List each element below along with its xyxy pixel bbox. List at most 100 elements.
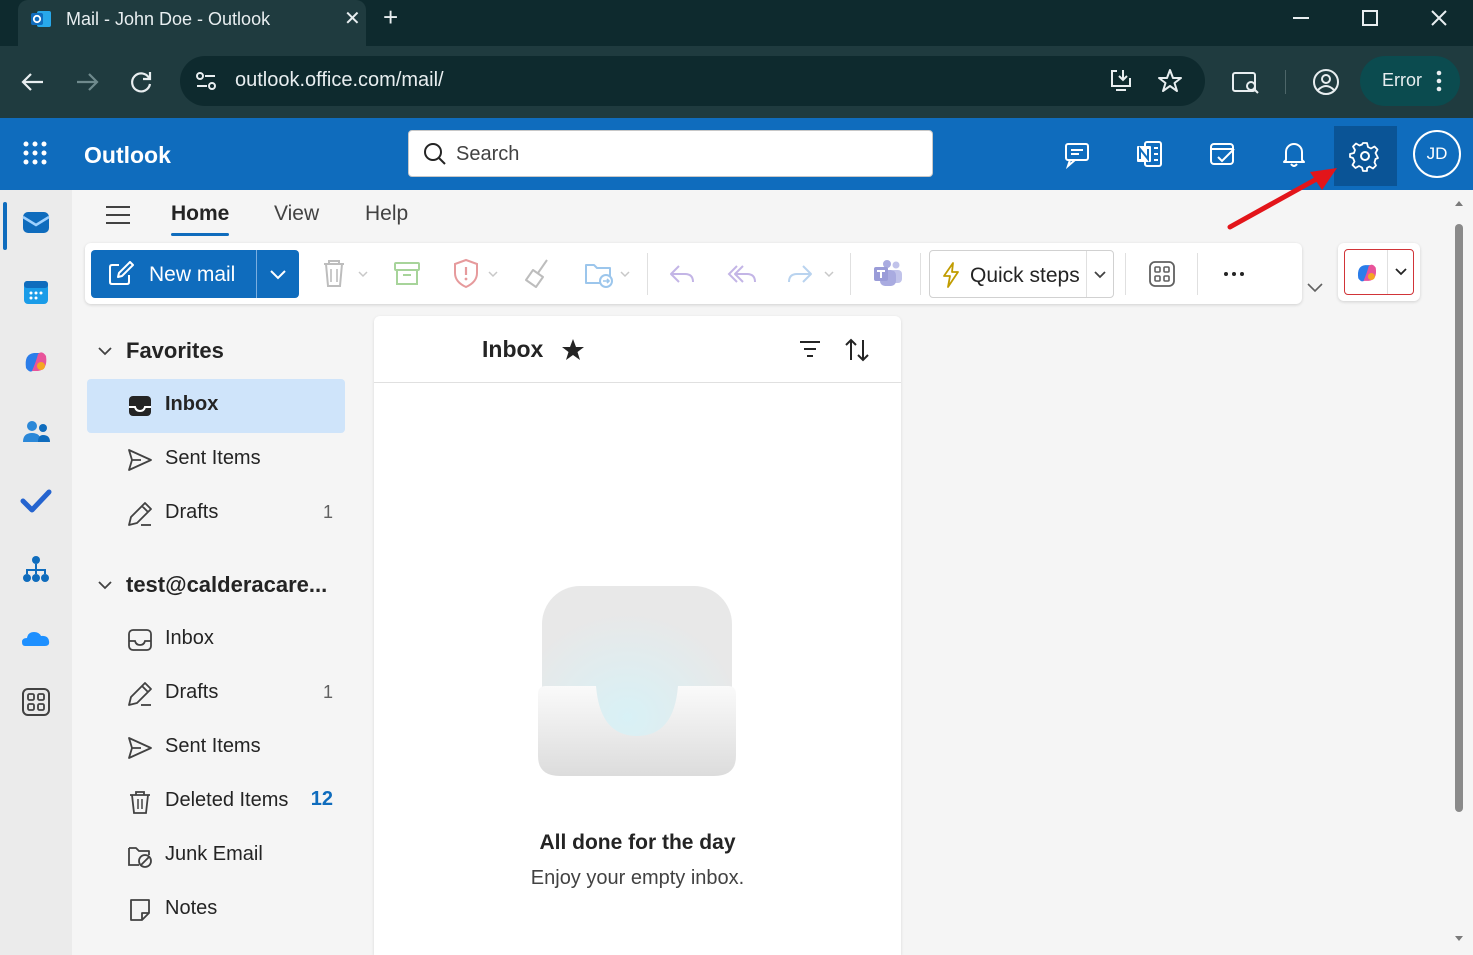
address-bar[interactable]: outlook.office.com/mail/: [180, 56, 1205, 106]
filter-icon[interactable]: [798, 339, 822, 359]
tab-home[interactable]: Home: [171, 202, 229, 226]
people-icon[interactable]: [20, 416, 52, 448]
scroll-up-arrow-icon[interactable]: [1453, 198, 1465, 208]
site-settings-icon[interactable]: [194, 69, 218, 93]
report-shield-icon[interactable]: [451, 257, 503, 291]
send-icon: [128, 449, 152, 471]
todo-icon[interactable]: [20, 484, 52, 516]
maximize-window-icon[interactable]: [1350, 4, 1390, 34]
new-mail-label: New mail: [149, 263, 236, 286]
folder-label: Junk Email: [165, 843, 263, 865]
bookmark-star-icon[interactable]: [1157, 68, 1183, 94]
sort-icon[interactable]: [843, 336, 871, 364]
profile-error-button[interactable]: Error: [1360, 56, 1460, 106]
new-mail-button[interactable]: New mail: [91, 250, 256, 298]
folder-item-drafts[interactable]: Drafts 1: [87, 667, 345, 721]
delete-trash-icon[interactable]: [317, 257, 369, 291]
empty-state-subtitle: Enjoy your empty inbox.: [530, 867, 745, 889]
quick-steps-divider: [1086, 251, 1087, 297]
avatar[interactable]: JD: [1413, 130, 1461, 178]
unread-count: 12: [310, 788, 333, 810]
move-to-folder-icon[interactable]: [583, 257, 635, 291]
back-arrow-icon[interactable]: [17, 66, 49, 98]
chevron-down-icon[interactable]: [1092, 268, 1108, 282]
new-tab-button[interactable]: +: [383, 4, 398, 30]
tab-help[interactable]: Help: [365, 202, 408, 226]
more-vertical-icon: [1436, 70, 1442, 92]
teams-share-icon[interactable]: [872, 257, 904, 291]
app-rail: [0, 190, 72, 955]
folder-item-inbox[interactable]: Inbox: [87, 379, 345, 433]
folder-item-notes[interactable]: Notes: [87, 883, 345, 937]
reload-icon[interactable]: [125, 66, 157, 98]
account-header[interactable]: test@calderacare...: [96, 572, 327, 598]
close-tab-icon[interactable]: ✕: [344, 6, 361, 31]
folder-item-sent-items[interactable]: Sent Items: [87, 721, 345, 775]
drafts-icon: [128, 682, 152, 706]
archive-icon[interactable]: [392, 257, 422, 291]
message-list-title: Inbox: [482, 336, 544, 362]
more-options-icon[interactable]: [1221, 257, 1247, 291]
folder-label: Inbox: [165, 627, 214, 649]
forward-icon[interactable]: [785, 257, 841, 291]
onedrive-icon[interactable]: [20, 622, 52, 654]
ribbon-separator: [1197, 253, 1198, 295]
quick-steps-label: Quick steps: [970, 264, 1080, 287]
reading-mode-icon[interactable]: [1231, 70, 1261, 96]
new-mail-dropdown-chevron-icon[interactable]: [257, 250, 299, 298]
outlook-brand[interactable]: Outlook: [84, 142, 171, 169]
more-apps-icon[interactable]: [20, 686, 52, 718]
copilot-icon[interactable]: [20, 346, 52, 378]
scroll-down-arrow-icon[interactable]: [1453, 934, 1465, 944]
account-title: test@calderacare...: [126, 572, 328, 597]
hamburger-menu-icon[interactable]: [104, 203, 132, 227]
app-launcher-icon[interactable]: [22, 140, 48, 166]
favorite-star-icon[interactable]: [560, 337, 586, 363]
settings-button[interactable]: [1334, 126, 1397, 186]
send-icon: [128, 737, 152, 759]
drafts-icon: [128, 502, 152, 526]
reply-icon[interactable]: [667, 257, 697, 291]
favorites-header[interactable]: Favorites: [96, 338, 224, 364]
onenote-icon[interactable]: [1131, 136, 1167, 172]
folder-item-deleted-items[interactable]: Deleted Items 12: [87, 775, 345, 829]
feedback-chat-icon[interactable]: [1059, 136, 1095, 172]
org-explorer-icon[interactable]: [20, 554, 52, 586]
search-input[interactable]: Search: [408, 130, 933, 177]
folder-label: Deleted Items: [165, 789, 289, 811]
ribbon-separator: [850, 253, 851, 295]
calendar-icon[interactable]: [20, 276, 52, 308]
notes-icon: [130, 899, 150, 921]
lightning-icon: [943, 262, 959, 288]
browser-tab-bar: Mail - John Doe - Outlook ✕ +: [0, 0, 1473, 46]
forward-arrow-icon[interactable]: [71, 66, 103, 98]
folder-item-sent-items[interactable]: Sent Items: [87, 433, 345, 487]
install-app-icon[interactable]: [1108, 68, 1134, 94]
sweep-broom-icon[interactable]: [523, 257, 553, 291]
quick-steps-button[interactable]: Quick steps: [929, 250, 1114, 298]
profile-icon[interactable]: [1312, 68, 1340, 96]
browser-tab[interactable]: Mail - John Doe - Outlook ✕: [18, 0, 366, 46]
folder-pane: Favorites Inbox Sent Items Drafts 1 test…: [72, 310, 372, 955]
favorites-title: Favorites: [126, 338, 224, 363]
browser-toolbar: outlook.office.com/mail/ Error: [0, 46, 1473, 118]
junk-icon: [128, 847, 152, 868]
apps-grid-icon[interactable]: [1148, 257, 1176, 291]
minimize-window-icon[interactable]: [1281, 4, 1321, 34]
tab-view[interactable]: View: [274, 202, 319, 226]
rail-active-indicator: [3, 202, 7, 250]
inbox-icon: [129, 396, 151, 416]
ribbon-expand-chevron-icon[interactable]: [1305, 278, 1325, 298]
page-scrollbar[interactable]: [1451, 196, 1471, 955]
folder-item-drafts[interactable]: Drafts 1: [87, 487, 345, 541]
reply-all-icon[interactable]: [725, 257, 759, 291]
chevron-down-icon[interactable]: [1393, 265, 1409, 279]
close-window-icon[interactable]: [1419, 4, 1459, 34]
folder-item-junk-email[interactable]: Junk Email: [87, 829, 345, 883]
inbox-icon: [128, 629, 152, 651]
folder-item-inbox[interactable]: Inbox: [87, 613, 345, 667]
scroll-thumb[interactable]: [1455, 224, 1463, 812]
mail-icon[interactable]: [20, 206, 52, 238]
empty-inbox-illustration-icon: [538, 586, 736, 776]
copilot-button[interactable]: [1338, 243, 1420, 301]
